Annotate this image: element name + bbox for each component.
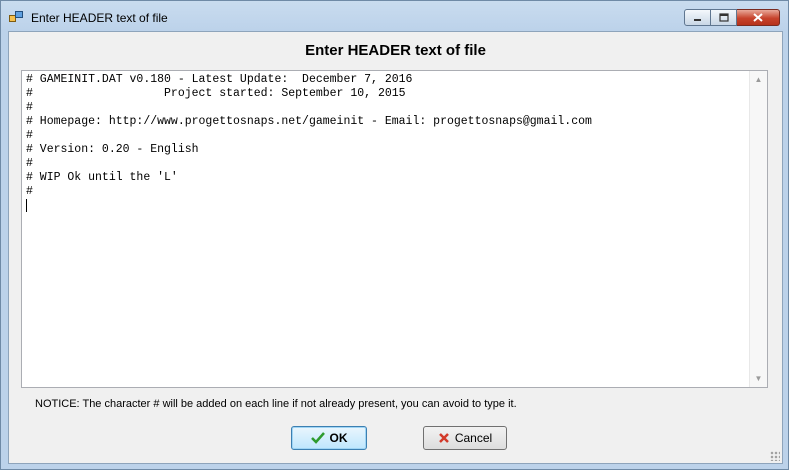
editor-line: # bbox=[26, 129, 33, 142]
header-text-editor[interactable]: # GAMEINIT.DAT v0.180 - Latest Update: D… bbox=[21, 70, 768, 388]
title-bar[interactable]: Enter HEADER text of file bbox=[1, 1, 788, 31]
chevron-down-icon: ▼ bbox=[754, 374, 763, 383]
minimize-icon bbox=[693, 9, 702, 27]
editor-line: # bbox=[26, 101, 33, 114]
scroll-up-button[interactable]: ▲ bbox=[750, 71, 767, 88]
resize-grip[interactable] bbox=[770, 451, 780, 461]
editor-line: # WIP Ok until the 'L' bbox=[26, 171, 178, 184]
editor-line: # GAMEINIT.DAT v0.180 - Latest Update: D… bbox=[26, 73, 413, 86]
ok-button-label: OK bbox=[329, 431, 348, 445]
text-caret bbox=[26, 199, 27, 212]
cancel-button-label: Cancel bbox=[454, 431, 493, 445]
editor-line: # Homepage: http://www.progettosnaps.net… bbox=[26, 115, 592, 128]
close-icon bbox=[753, 9, 763, 27]
ok-button[interactable]: OK bbox=[291, 426, 367, 450]
app-window-icon bbox=[9, 10, 23, 22]
checkmark-icon bbox=[310, 432, 325, 444]
scroll-down-button[interactable]: ▼ bbox=[750, 370, 767, 387]
minimize-button[interactable] bbox=[684, 9, 711, 26]
editor-line: # Version: 0.20 - English bbox=[26, 143, 199, 156]
maximize-icon bbox=[718, 9, 729, 27]
cancel-button[interactable]: Cancel bbox=[423, 426, 507, 450]
dialog-client-area: Enter HEADER text of file # GAMEINIT.DAT… bbox=[8, 31, 783, 464]
window-title: Enter HEADER text of file bbox=[31, 11, 168, 25]
vertical-scrollbar[interactable]: ▲ ▼ bbox=[749, 71, 767, 387]
dialog-heading: Enter HEADER text of file bbox=[305, 42, 486, 59]
notice-text: NOTICE: The character # will be added on… bbox=[35, 398, 517, 410]
editor-line: # bbox=[26, 185, 33, 198]
close-button[interactable] bbox=[737, 9, 780, 26]
window-controls bbox=[684, 9, 780, 27]
chevron-up-icon: ▲ bbox=[754, 75, 763, 84]
cancel-x-icon bbox=[438, 432, 450, 444]
editor-line: # Project started: September 10, 2015 bbox=[26, 87, 406, 100]
maximize-button[interactable] bbox=[711, 9, 737, 26]
editor-line: # bbox=[26, 157, 33, 170]
dialog-window: Enter HEADER text of file Enter HEADER t… bbox=[0, 0, 789, 470]
editor-text: # GAMEINIT.DAT v0.180 - Latest Update: D… bbox=[26, 73, 592, 199]
